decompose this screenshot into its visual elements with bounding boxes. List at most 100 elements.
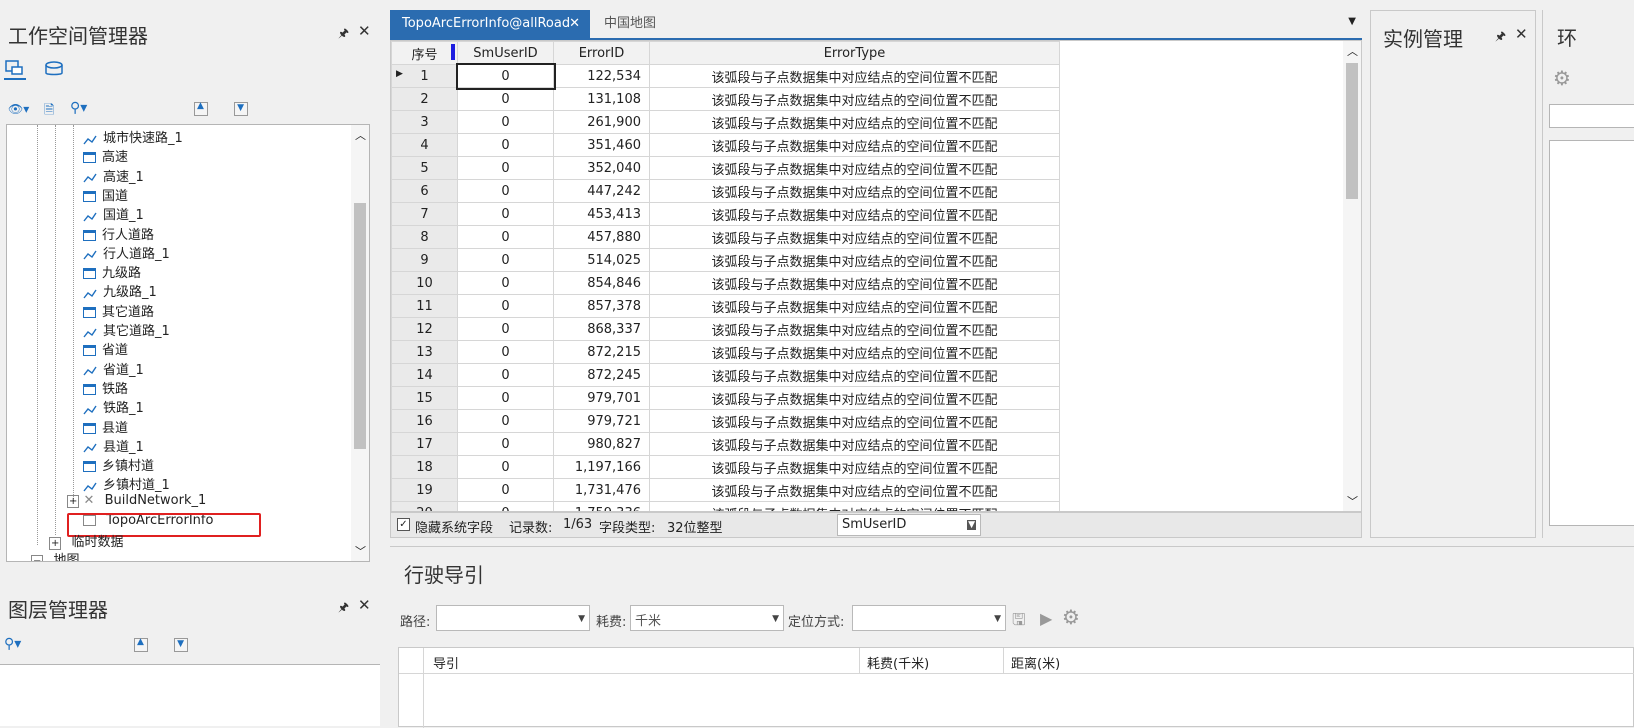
cell-index[interactable]: 16 <box>391 409 458 433</box>
tree-item-build-network[interactable]: + ✕ BuildNetwork_1 <box>67 493 206 513</box>
cell-errortype[interactable]: 该弧段与子点数据集中对应结点的空间位置不匹配 <box>649 478 1060 502</box>
cell-index[interactable]: 2 <box>391 87 458 111</box>
scroll-down-icon[interactable]: ﹀ <box>355 543 366 559</box>
export-icon[interactable]: 🗎 <box>44 101 54 123</box>
cell-errortype[interactable]: 该弧段与子点数据集中对应结点的空间位置不匹配 <box>649 409 1060 433</box>
table-row[interactable]: 3 0 261,900 该弧段与子点数据集中对应结点的空间位置不匹配 <box>391 110 1060 134</box>
cell-errortype[interactable]: 该弧段与子点数据集中对应结点的空间位置不匹配 <box>649 363 1060 387</box>
workspace-tab-icon[interactable] <box>4 58 26 80</box>
table-row[interactable]: 6 0 447,242 该弧段与子点数据集中对应结点的空间位置不匹配 <box>391 179 1060 203</box>
table-row[interactable]: 2001,759,336该弧段与子点数据集中对应结点的空间位置不匹配 <box>391 501 1060 511</box>
cell-errorid[interactable]: 352,040 <box>553 156 650 180</box>
tree-item[interactable]: 县道_1 <box>83 436 144 456</box>
pin-icon[interactable]: 🖈 <box>338 598 349 619</box>
table-row[interactable]: 18 0 1,197,166 该弧段与子点数据集中对应结点的空间位置不匹配 <box>391 455 1060 479</box>
tree-item[interactable]: 高速 <box>83 146 128 166</box>
column-header-distance[interactable]: 距离(米) <box>1011 653 1060 672</box>
grid-scrollbar[interactable]: ︿ ﹀ <box>1343 41 1361 511</box>
search-icon[interactable]: ⚲▾ <box>70 100 87 116</box>
cell-smuserid[interactable]: 0 <box>457 156 554 180</box>
table-row[interactable]: 1 0 122,534 该弧段与子点数据集中对应结点的空间位置不匹配 <box>391 62 1060 90</box>
tree-item[interactable]: 国道_1 <box>83 204 144 224</box>
tree-item[interactable]: 乡镇村道_1 <box>83 474 170 494</box>
column-header-errortype[interactable]: ErrorType <box>649 41 1060 65</box>
cell-errorid[interactable]: 457,880 <box>553 225 650 249</box>
tree-item[interactable]: 九级路_1 <box>83 281 157 301</box>
tree-scrollbar[interactable]: ︿ ﹀ <box>351 125 369 561</box>
column-header-smuserid[interactable]: SmUserID <box>457 41 554 65</box>
cell-index[interactable]: 15 <box>391 386 458 410</box>
cell-errorid[interactable]: 261,900 <box>553 110 650 134</box>
cell-smuserid[interactable]: 0 <box>455 62 556 90</box>
cell-errortype[interactable]: 该弧段与子点数据集中对应结点的空间位置不匹配 <box>649 225 1060 249</box>
cell-errortype[interactable]: 该弧段与子点数据集中对应结点的空间位置不匹配 <box>649 156 1060 180</box>
scroll-thumb[interactable] <box>1346 63 1358 199</box>
table-row[interactable]: 16 0 979,721 该弧段与子点数据集中对应结点的空间位置不匹配 <box>391 409 1060 433</box>
close-icon[interactable]: ✕ <box>1515 25 1528 43</box>
cell-errorid[interactable]: 514,025 <box>553 248 650 272</box>
cell-index[interactable]: 7 <box>391 202 458 226</box>
cell-index[interactable]: 6 <box>391 179 458 203</box>
cell-errortype[interactable]: 该弧段与子点数据集中对应结点的空间位置不匹配 <box>649 133 1060 157</box>
cell-errorid[interactable]: 1,759,336 <box>553 501 650 511</box>
table-row[interactable]: 4 0 351,460 该弧段与子点数据集中对应结点的空间位置不匹配 <box>391 133 1060 157</box>
tab-list-dropdown-icon[interactable]: ▼ <box>1348 16 1356 27</box>
cell-index[interactable]: 17 <box>391 432 458 456</box>
field-select[interactable]: SmUserID ▼ <box>837 514 981 536</box>
cell-errorid[interactable]: 131,108 <box>553 87 650 111</box>
tree-item[interactable]: 铁路_1 <box>83 397 144 417</box>
right-edge-input[interactable] <box>1549 104 1634 128</box>
table-row[interactable]: 14 0 872,245 该弧段与子点数据集中对应结点的空间位置不匹配 <box>391 363 1060 387</box>
cell-errorid[interactable]: 872,215 <box>553 340 650 364</box>
gear-icon[interactable]: ⚙ <box>1553 66 1571 90</box>
tree-item-map[interactable]: − 地图 <box>31 549 80 561</box>
cell-errorid[interactable]: 979,721 <box>553 409 650 433</box>
table-row[interactable]: 15 0 979,701 该弧段与子点数据集中对应结点的空间位置不匹配 <box>391 386 1060 410</box>
cell-smuserid[interactable]: 0 <box>457 225 554 249</box>
table-row[interactable]: 7 0 453,413 该弧段与子点数据集中对应结点的空间位置不匹配 <box>391 202 1060 226</box>
table-row[interactable]: 17 0 980,827 该弧段与子点数据集中对应结点的空间位置不匹配 <box>391 432 1060 456</box>
cell-smuserid[interactable]: 0 <box>457 386 554 410</box>
cell-smuserid[interactable]: 0 <box>457 409 554 433</box>
cell-smuserid[interactable]: 0 <box>457 478 554 502</box>
table-row[interactable]: 12 0 868,337 该弧段与子点数据集中对应结点的空间位置不匹配 <box>391 317 1060 341</box>
scroll-thumb[interactable] <box>354 203 366 449</box>
tree-item[interactable]: 国道 <box>83 185 128 205</box>
cell-index[interactable]: 4 <box>391 133 458 157</box>
gear-icon[interactable]: ⚙ <box>1062 605 1080 629</box>
column-header-guide[interactable]: 导引 <box>433 653 459 672</box>
cell-index[interactable]: 11 <box>391 294 458 318</box>
tree-item[interactable]: 其它道路 <box>83 301 154 321</box>
cell-smuserid[interactable]: 0 <box>457 133 554 157</box>
cell-errortype[interactable]: 该弧段与子点数据集中对应结点的空间位置不匹配 <box>649 202 1060 226</box>
cell-errortype[interactable]: 该弧段与子点数据集中对应结点的空间位置不匹配 <box>649 340 1060 364</box>
cell-errorid[interactable]: 854,846 <box>553 271 650 295</box>
search-icon[interactable]: ⚲▾ <box>4 636 21 652</box>
tree-item[interactable]: 省道 <box>83 339 128 359</box>
cell-smuserid[interactable]: 0 <box>457 248 554 272</box>
close-icon[interactable]: ✕ <box>358 22 371 40</box>
tree-item[interactable]: 铁路 <box>83 378 128 398</box>
tab-topo-arc-error[interactable]: TopoArcErrorInfo@allRoad ✕ <box>390 10 590 38</box>
table-row[interactable]: 5 0 352,040 该弧段与子点数据集中对应结点的空间位置不匹配 <box>391 156 1060 180</box>
save-icon[interactable]: 🖫 <box>1012 609 1026 636</box>
cell-errortype[interactable]: 该弧段与子点数据集中对应结点的空间位置不匹配 <box>649 294 1060 318</box>
close-icon[interactable]: ✕ <box>358 596 371 614</box>
tab-china-map[interactable]: 中国地图 <box>604 10 704 38</box>
cost-select[interactable]: 千米 ▼ <box>630 605 784 631</box>
cell-smuserid[interactable]: 0 <box>457 202 554 226</box>
cell-smuserid[interactable]: 0 <box>457 271 554 295</box>
column-header-index[interactable]: 序号 <box>391 41 458 65</box>
table-row[interactable]: 10 0 854,846 该弧段与子点数据集中对应结点的空间位置不匹配 <box>391 271 1060 295</box>
cell-errortype[interactable]: 该弧段与子点数据集中对应结点的空间位置不匹配 <box>649 179 1060 203</box>
cell-smuserid[interactable]: 0 <box>457 432 554 456</box>
cell-index[interactable]: 10 <box>391 271 458 295</box>
move-down-button[interactable]: ▼ <box>234 102 249 116</box>
tree-item[interactable]: 行人道路_1 <box>83 243 170 263</box>
tree-item[interactable]: 高速_1 <box>83 166 144 186</box>
cell-smuserid[interactable]: 0 <box>457 87 554 111</box>
hide-system-fields-checkbox[interactable]: ✓ <box>397 518 410 531</box>
table-row[interactable]: 11 0 857,378 该弧段与子点数据集中对应结点的空间位置不匹配 <box>391 294 1060 318</box>
move-up-button[interactable]: ▲ <box>134 637 148 652</box>
path-select[interactable]: ▼ <box>436 605 590 631</box>
